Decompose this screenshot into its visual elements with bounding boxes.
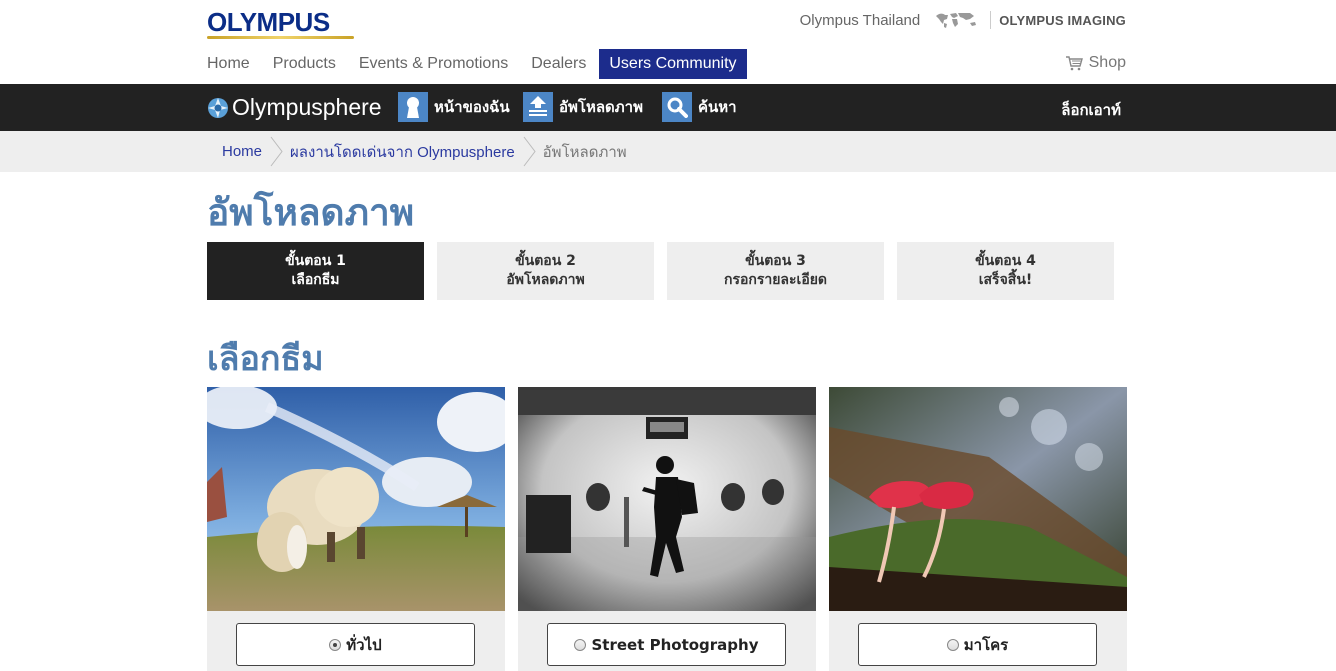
aperture-icon: [208, 97, 228, 118]
cart-icon: [1065, 56, 1083, 71]
street-photo[interactable]: [518, 387, 816, 611]
logout-link[interactable]: ล็อกเอาท์: [1061, 98, 1121, 122]
nav-dealers[interactable]: Dealers: [531, 49, 586, 79]
radio-selected-icon: [329, 638, 342, 651]
theme-label: มาโคร: [963, 635, 1009, 654]
theme-option-zone: Street Photography: [518, 611, 816, 671]
breadcrumb: Home ผลงานโดดเด่นจาก Olympusphere อัพโหล…: [222, 131, 627, 172]
step-label: เสร็จสิ้น!: [978, 272, 1033, 288]
breadcrumb-home[interactable]: Home: [222, 143, 262, 160]
main-nav: Home Products Events & Promotions Dealer…: [207, 49, 747, 79]
logo-underline: [207, 36, 354, 39]
shop-link[interactable]: Shop: [1065, 54, 1126, 72]
chevron-right-icon: [523, 136, 536, 167]
upload-label: อัพโหลดภาพ: [559, 98, 643, 116]
step-1: ขั้นตอน 1 เลือกธีม: [207, 242, 424, 300]
section-title: เลือกธีม: [207, 339, 324, 379]
community-bar: Olympusphere หน้าของฉัน อัพโหลดภาพ ค้นหา…: [0, 84, 1336, 131]
step-number: ขั้นตอน 2: [515, 253, 576, 269]
my-page-link[interactable]: หน้าของฉัน: [398, 92, 510, 122]
step-4: ขั้นตอน 4 เสร็จสิ้น!: [897, 242, 1114, 300]
theme-label: ทั่วไป: [346, 635, 382, 654]
olympus-logo[interactable]: OLYMPUS: [207, 8, 355, 40]
logo-text: OLYMPUS: [207, 7, 330, 37]
nav-products[interactable]: Products: [273, 49, 336, 79]
step-label: อัพโหลดภาพ: [506, 272, 585, 288]
search-link[interactable]: ค้นหา: [662, 92, 737, 122]
nav-users-community[interactable]: Users Community: [599, 49, 747, 79]
nav-events-promotions[interactable]: Events & Promotions: [359, 49, 508, 79]
theme-radio-general[interactable]: ทั่วไป: [236, 623, 475, 666]
shop-label: Shop: [1088, 54, 1126, 71]
olympusphere-logo[interactable]: Olympusphere: [207, 94, 382, 121]
step-2: ขั้นตอน 2 อัพโหลดภาพ: [437, 242, 654, 300]
search-icon: [662, 92, 692, 122]
imaging-link[interactable]: OLYMPUS IMAGING: [999, 13, 1126, 28]
step-number: ขั้นตอน 3: [745, 253, 806, 269]
theme-card-street: Street Photography: [518, 387, 816, 671]
theme-grid: ทั่วไป Street Photography มาโคร: [207, 387, 1127, 671]
region-link[interactable]: Olympus Thailand: [800, 12, 921, 29]
step-label: กรอกรายละเอียด: [723, 272, 828, 288]
mushroom-photo[interactable]: [829, 387, 1127, 611]
upload-steps: ขั้นตอน 1 เลือกธีม ขั้นตอน 2 อัพโหลดภาพ …: [207, 242, 1114, 300]
radio-unselected-icon: [574, 638, 587, 651]
theme-option-zone: ทั่วไป: [207, 611, 505, 671]
step-label: เลือกธีม: [291, 272, 340, 288]
sheep-photo[interactable]: [207, 387, 505, 611]
top-links: Olympus Thailand OLYMPUS IMAGING: [800, 10, 1126, 30]
olympusphere-text: Olympusphere: [232, 94, 382, 120]
theme-label: Street Photography: [591, 635, 759, 654]
nav-home[interactable]: Home: [207, 49, 250, 79]
theme-card-macro: มาโคร: [829, 387, 1127, 671]
radio-unselected-icon: [946, 638, 959, 651]
keyhole-icon: [398, 92, 428, 122]
theme-card-general: ทั่วไป: [207, 387, 505, 671]
breadcrumb-current: อัพโหลดภาพ: [542, 143, 627, 161]
chevron-right-icon: [270, 136, 283, 167]
upload-icon: [523, 92, 553, 122]
page-title: อัพโหลดภาพ: [207, 191, 415, 234]
step-3: ขั้นตอน 3 กรอกรายละเอียด: [667, 242, 884, 300]
theme-radio-macro[interactable]: มาโคร: [858, 623, 1097, 666]
breadcrumb-bar: Home ผลงานโดดเด่นจาก Olympusphere อัพโหล…: [0, 131, 1336, 172]
upload-link[interactable]: อัพโหลดภาพ: [523, 92, 643, 122]
theme-option-zone: มาโคร: [829, 611, 1127, 671]
search-label: ค้นหา: [698, 98, 737, 116]
my-page-label: หน้าของฉัน: [434, 98, 510, 116]
divider: [990, 11, 992, 29]
step-number: ขั้นตอน 1: [285, 253, 346, 269]
breadcrumb-highlights[interactable]: ผลงานโดดเด่นจาก Olympusphere: [290, 140, 515, 164]
theme-radio-street[interactable]: Street Photography: [547, 623, 786, 666]
step-number: ขั้นตอน 4: [975, 253, 1036, 269]
world-map-icon[interactable]: [934, 11, 980, 29]
